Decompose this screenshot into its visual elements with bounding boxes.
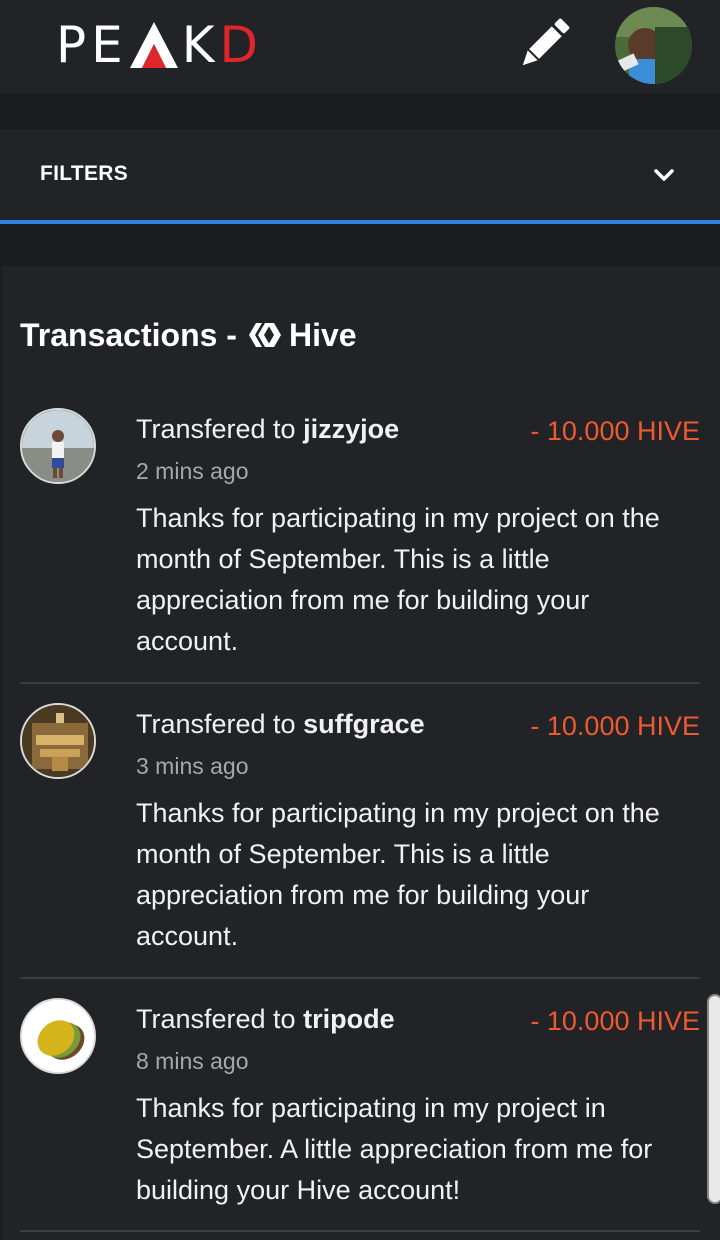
transaction-memo: Thanks for participating in my project o… — [136, 798, 660, 951]
transaction-prefix: Transfered to — [136, 709, 296, 739]
transaction-time: 8 mins ago — [136, 1048, 249, 1074]
transaction-time: 3 mins ago — [136, 753, 249, 779]
hive-logo-icon — [248, 323, 281, 347]
peakd-logo[interactable]: PE K D — [56, 17, 263, 73]
chevron-down-icon[interactable] — [652, 165, 676, 185]
transaction-prefix: Transfered to — [136, 1004, 296, 1034]
transaction-title: Transfered to jizzyjoe — [136, 414, 399, 445]
recipient-avatar[interactable] — [20, 703, 96, 779]
divider — [20, 682, 700, 684]
section-title-suffix: Hive — [288, 316, 357, 353]
logo-a-icon — [129, 22, 178, 68]
pencil-icon[interactable] — [516, 16, 572, 72]
transaction-item: Transfered to jizzyjoe - 10.000 HIVE 2 m… — [20, 408, 700, 680]
transaction-item: Transfered to tripode - 10.000 HIVE 8 mi… — [20, 998, 700, 1230]
divider — [20, 1230, 700, 1232]
spacer — [0, 224, 720, 266]
recipient-avatar[interactable] — [20, 408, 96, 484]
recipient-avatar-image — [22, 410, 94, 482]
recipient-avatar-image — [22, 1000, 94, 1072]
transaction-prefix: Transfered to — [136, 414, 296, 444]
transaction-amount: - 10.000 HIVE — [530, 711, 700, 741]
filters-label: FILTERS — [40, 162, 129, 185]
transaction-title: Transfered to tripode — [136, 1004, 395, 1035]
transaction-memo: Thanks for participating in my project o… — [136, 503, 660, 656]
recipient-link[interactable]: tripode — [303, 1004, 395, 1034]
filters-bar[interactable]: FILTERS — [0, 129, 720, 220]
user-avatar[interactable] — [615, 7, 692, 84]
section-title-prefix: Transactions - — [20, 316, 237, 353]
recipient-avatar[interactable] — [20, 998, 96, 1074]
logo-text-mid: K — [181, 16, 220, 74]
transaction-time: 2 mins ago — [136, 458, 249, 484]
transaction-amount: - 10.000 HIVE — [530, 416, 700, 446]
transaction-memo: Thanks for participating in my project i… — [136, 1093, 653, 1205]
transaction-title: Transfered to suffgrace — [136, 709, 425, 740]
user-avatar-image — [615, 7, 692, 84]
logo-text-right: D — [219, 16, 264, 74]
recipient-avatar-image — [22, 705, 94, 777]
section-title: Transactions - Hive — [20, 313, 357, 357]
spacer — [0, 93, 720, 129]
top-bar: PE K D — [0, 0, 720, 93]
divider — [20, 977, 700, 979]
transaction-amount: - 10.000 HIVE — [530, 1006, 700, 1036]
recipient-link[interactable]: suffgrace — [303, 709, 425, 739]
transaction-item: Transfered to suffgrace - 10.000 HIVE 3 … — [20, 703, 700, 975]
logo-text-left: PE — [56, 16, 128, 74]
recipient-link[interactable]: jizzyjoe — [303, 414, 399, 444]
scrollbar-thumb[interactable] — [707, 994, 720, 1204]
